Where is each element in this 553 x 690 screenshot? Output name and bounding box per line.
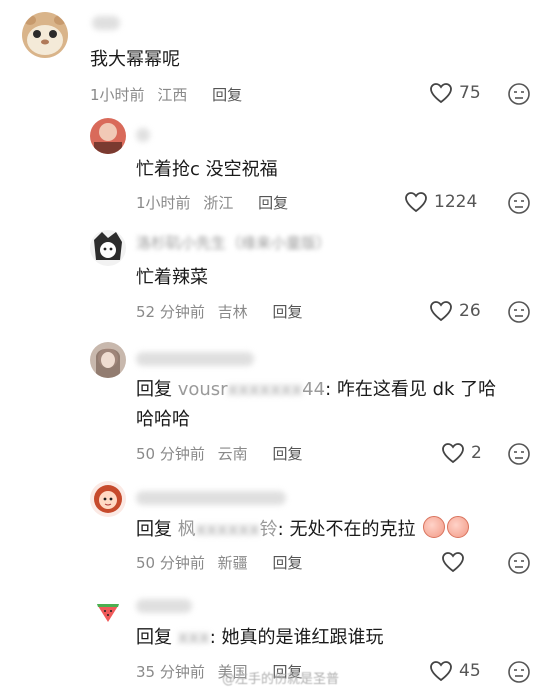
comment-meta: 1小时前 江西 回复 <box>90 84 250 105</box>
heart-outline-icon <box>405 192 427 213</box>
comment-location: 云南 <box>217 445 248 463</box>
username-blurred[interactable] <box>136 128 150 142</box>
dislike-face-icon[interactable] <box>507 300 531 324</box>
comment-time: 1小时前 <box>136 194 191 212</box>
like-count: 75 <box>459 83 481 103</box>
like-count: 2 <box>471 443 482 463</box>
mention-start: 枫 <box>177 519 196 540</box>
heart-outline-icon <box>442 443 464 464</box>
mention-end: 铃 <box>259 519 278 540</box>
comment-text: 回复 枫xxxxxx铃: 无处不在的克拉 <box>136 515 470 545</box>
reply-mention[interactable]: 枫xxxxxx铃 <box>178 519 278 540</box>
like-count: 45 <box>459 661 481 681</box>
comment-location: 吉林 <box>217 303 248 321</box>
reply-mention[interactable]: xxx <box>178 627 210 648</box>
avatar[interactable] <box>90 230 126 266</box>
avatar[interactable] <box>90 118 126 154</box>
dislike-face-icon[interactable] <box>507 191 531 215</box>
heart-outline-icon <box>430 661 452 682</box>
comment-text: 回复 xxx: 她真的是谁红跟谁玩 <box>136 623 384 653</box>
comment-text-line2: 哈哈哈 <box>136 409 190 430</box>
reply-prefix: 回复 <box>136 519 172 540</box>
heart-outline-icon <box>430 301 452 322</box>
username-blurred[interactable] <box>92 16 120 30</box>
reply-button[interactable]: 回复 <box>272 445 302 463</box>
reply-prefix: 回复 <box>136 627 172 648</box>
comment-time: 35 分钟前 <box>136 663 205 681</box>
like-count: 1224 <box>434 192 478 212</box>
comment-meta: 50 分钟前 云南 回复 <box>136 443 310 464</box>
reply-button[interactable]: 回复 <box>212 86 242 104</box>
comment-time: 1小时前 <box>90 86 145 104</box>
peach-emoji-icon <box>447 516 470 538</box>
mention-end: 44 <box>302 379 326 400</box>
manga-avatar-icon <box>90 230 126 266</box>
reply-button[interactable]: 回复 <box>272 303 302 321</box>
mention-blurred: xxx <box>177 627 210 648</box>
portrait-avatar-icon <box>90 342 126 378</box>
comment-meta: 50 分钟前 新疆 回复 <box>136 552 310 573</box>
comment-meta: 1小时前 浙江 回复 <box>136 192 296 213</box>
dislike-face-icon[interactable] <box>507 660 531 684</box>
watermelon-avatar-icon <box>90 592 126 628</box>
cartoon-girl-avatar-icon <box>90 481 126 517</box>
comment-text: 我大幂幂呢 <box>90 49 180 70</box>
like-button[interactable]: 45 <box>429 660 481 682</box>
avatar[interactable] <box>22 12 68 58</box>
comment-text-line1: : 咋在这看见 dk 了哈 <box>325 379 497 400</box>
comment-location: 新疆 <box>217 554 248 572</box>
comment-text: 回复 vousrxxxxxxx44: 咋在这看见 dk 了哈 <box>136 375 496 405</box>
comment-time: 50 分钟前 <box>136 445 205 463</box>
like-button[interactable] <box>441 551 471 573</box>
peach-emoji-icon <box>423 516 446 538</box>
username-blurred[interactable] <box>136 491 286 505</box>
reply-button[interactable]: 回复 <box>258 194 288 212</box>
blurred-avatar-icon <box>90 118 126 154</box>
comment-text: 忙着辣菜 <box>136 267 208 288</box>
avatar[interactable] <box>90 481 126 517</box>
heart-outline-icon <box>430 83 452 104</box>
comment-text-body: : 她真的是谁红跟谁玩 <box>209 627 384 648</box>
like-count: 26 <box>459 301 481 321</box>
comment-location: 江西 <box>157 86 188 104</box>
username-blurred[interactable] <box>136 599 192 613</box>
username-blurred[interactable] <box>136 352 254 366</box>
mention-blurred: xxxxxxx <box>227 379 303 400</box>
mention-start: vousr <box>177 379 228 400</box>
reply-prefix: 回复 <box>136 379 172 400</box>
comment-text: 忙着抢c 没空祝福 <box>136 159 278 180</box>
like-button[interactable]: 2 <box>441 442 482 464</box>
comment-time: 52 分钟前 <box>136 303 205 321</box>
dislike-face-icon[interactable] <box>507 442 531 466</box>
reply-mention[interactable]: vousrxxxxxxx44 <box>178 379 325 400</box>
comment-meta: 52 分钟前 吉林 回复 <box>136 301 310 322</box>
comment-location: 浙江 <box>203 194 234 212</box>
dislike-face-icon[interactable] <box>507 82 531 106</box>
username[interactable]: 洛杉矶小先生（缘来小童版） <box>136 232 331 254</box>
like-button[interactable]: 1224 <box>404 191 477 213</box>
like-button[interactable]: 75 <box>429 82 481 104</box>
reply-button[interactable]: 回复 <box>272 554 302 572</box>
mention-blurred: xxxxxx <box>195 519 260 540</box>
hamster-avatar-icon <box>22 12 68 58</box>
comment-text-body: : 无处不在的克拉 <box>277 519 416 540</box>
like-button[interactable]: 26 <box>429 300 481 322</box>
avatar[interactable] <box>90 592 126 628</box>
comment-time: 50 分钟前 <box>136 554 205 572</box>
watermark: @左手的伤就是圣普 <box>222 672 340 687</box>
avatar[interactable] <box>90 342 126 378</box>
dislike-face-icon[interactable] <box>507 551 531 575</box>
heart-outline-icon <box>442 552 464 573</box>
